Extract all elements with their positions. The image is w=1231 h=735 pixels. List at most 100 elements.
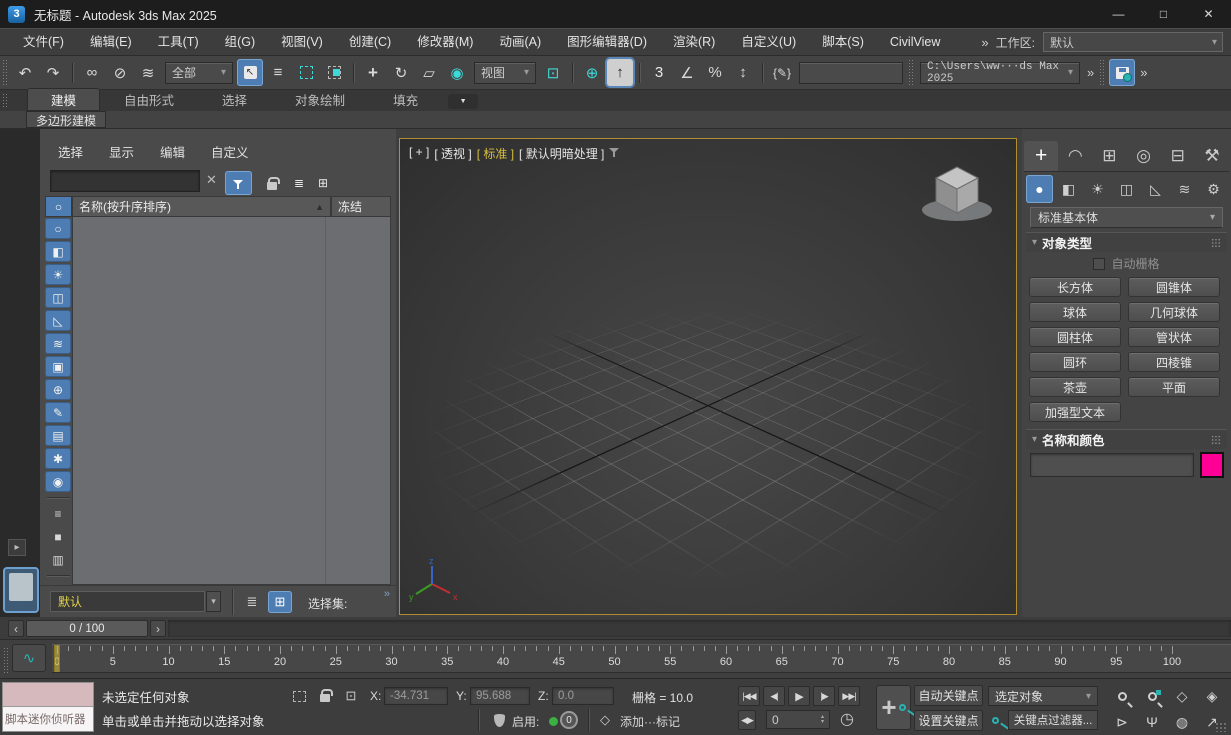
y-coordinate-field[interactable]: 95.688 xyxy=(470,687,530,705)
button-sphere[interactable]: 球体 xyxy=(1029,302,1121,322)
redo-button[interactable]: ↷ xyxy=(40,59,66,86)
toggle-display-xrefs[interactable]: ⊕ xyxy=(45,379,71,400)
menu-item-4[interactable]: 视图(V) xyxy=(268,29,336,55)
pan-button[interactable]: Ψ xyxy=(1138,710,1166,734)
tab-polygon-modeling[interactable]: 多边形建模 xyxy=(26,111,106,128)
toolbar-overflow-icon[interactable]: » xyxy=(1087,65,1093,80)
toggle-display-notes[interactable]: ▥ xyxy=(45,549,71,570)
next-frame-button[interactable]: |▶ xyxy=(813,686,835,706)
x-coordinate-field[interactable]: -34.731 xyxy=(384,687,448,705)
key-mode-toggle-button[interactable]: ◀▶ xyxy=(738,710,756,730)
menu-item-3[interactable]: 组(G) xyxy=(212,29,269,55)
explorer-menu-0[interactable]: 选择 xyxy=(58,142,83,161)
auto-key-button[interactable]: 自动关键点 xyxy=(914,685,983,706)
column-name-header[interactable]: 名称(按升序排序) ▲ xyxy=(72,196,331,217)
menu-item-10[interactable]: 自定义(U) xyxy=(728,29,809,55)
app-icon[interactable]: 3 xyxy=(8,6,25,23)
lock-explorer-button[interactable] xyxy=(258,171,285,195)
time-slider-track[interactable] xyxy=(168,620,1231,637)
column-frozen-header[interactable]: 冻结 xyxy=(331,196,391,217)
ribbon-tab-0[interactable]: 建模 xyxy=(27,88,100,111)
maxscript-mini-listener[interactable]: 脚本迷你侦听器 xyxy=(2,682,94,732)
button-tube[interactable]: 管状体 xyxy=(1128,327,1220,347)
select-place-button[interactable]: ◉ xyxy=(444,59,470,86)
filter-button[interactable] xyxy=(225,171,252,195)
autobackup-save-button[interactable] xyxy=(1109,59,1135,86)
toggle-display-bones[interactable]: ✎ xyxy=(45,402,71,423)
explorer-menu-3[interactable]: 自定义 xyxy=(211,142,249,161)
button-geosphere[interactable]: 几何球体 xyxy=(1128,302,1220,322)
toggle-display-containers[interactable]: ▤ xyxy=(45,425,71,446)
ribbon-tab-4[interactable]: 填充 xyxy=(369,88,442,111)
angle-snap-button[interactable]: ∠ xyxy=(674,59,700,86)
menu-item-6[interactable]: 修改器(M) xyxy=(404,29,486,55)
viewport-pov-menu[interactable]: [ 透视 ] xyxy=(434,145,471,162)
object-name-field[interactable] xyxy=(1030,453,1194,477)
time-configuration-button[interactable]: ◷ xyxy=(838,710,856,728)
tab-utilities[interactable]: ⚒ xyxy=(1195,141,1229,171)
mini-curve-editor-button[interactable]: ∿ xyxy=(12,644,46,672)
bind-spacewarp-button[interactable]: ≋ xyxy=(135,59,161,86)
reference-coordinate-dropdown[interactable]: 视图 ▾ xyxy=(474,62,536,84)
tab-modify[interactable]: ◠ xyxy=(1058,141,1092,171)
explorer-preset-dropdown[interactable]: 默认 xyxy=(50,591,205,612)
viewcube[interactable] xyxy=(914,153,1000,229)
select-move-button[interactable]: + xyxy=(360,59,386,86)
tab-motion[interactable]: ◎ xyxy=(1127,141,1161,171)
explorer-menu-1[interactable]: 显示 xyxy=(109,142,134,161)
tab-display[interactable]: ⊟ xyxy=(1161,141,1195,171)
set-keys-button[interactable]: + xyxy=(876,685,911,730)
set-key-button[interactable]: 设置关键点 xyxy=(914,710,983,731)
category-geometry[interactable]: ● xyxy=(1026,175,1053,203)
timeline-playhead[interactable] xyxy=(54,645,60,672)
keyboard-override-button[interactable]: ↑ xyxy=(607,59,633,86)
select-by-name-button[interactable]: ≡ xyxy=(265,59,291,86)
clear-search-icon[interactable]: ✕ xyxy=(206,172,217,188)
workspace-dropdown[interactable]: 默认 ▾ xyxy=(1043,32,1223,52)
spinner-snap-button[interactable]: ↕ xyxy=(730,59,756,86)
previous-frame-button[interactable]: ◀| xyxy=(763,686,785,706)
menu-item-12[interactable]: CivilView xyxy=(877,29,953,55)
key-filters-button[interactable]: 关键点过滤器... xyxy=(1008,710,1098,730)
menu-item-1[interactable]: 编辑(E) xyxy=(77,29,145,55)
button-plane[interactable]: 平面 xyxy=(1128,377,1220,397)
footer-overflow-icon[interactable]: » xyxy=(384,588,390,600)
key-selection-dropdown[interactable]: 选定对象 ▾ xyxy=(988,686,1098,706)
toggle-display-helpers[interactable]: ◺ xyxy=(45,310,71,331)
listener-script-row[interactable]: 脚本迷你侦听器 xyxy=(3,707,93,731)
category-systems[interactable]: ⚙ xyxy=(1200,175,1227,203)
spinner-down-icon[interactable]: ▾ xyxy=(821,720,824,725)
color-swatch[interactable] xyxy=(1200,452,1224,478)
ribbon-tab-2[interactable]: 选择 xyxy=(198,88,271,111)
zoom-extents-all-button[interactable]: ◈ xyxy=(1198,684,1226,708)
sort-by-hierarchy-button[interactable]: ⊞ xyxy=(268,591,292,613)
select-scale-button[interactable]: ▱ xyxy=(416,59,442,86)
category-helpers[interactable]: ◺ xyxy=(1142,175,1169,203)
pivot-center-button[interactable]: ⊡ xyxy=(540,59,566,86)
orbit-button[interactable]: ◍ xyxy=(1168,710,1196,734)
go-to-end-button[interactable]: ▶▶| xyxy=(838,686,860,706)
primitive-category-dropdown[interactable]: 标准基本体 ▾ xyxy=(1030,207,1223,228)
object-type-rollout-header[interactable]: ▾ 对象类型 xyxy=(1026,232,1227,252)
menu-item-9[interactable]: 渲染(R) xyxy=(660,29,728,55)
tab-hierarchy[interactable]: ⊞ xyxy=(1092,141,1126,171)
toggle-display-hidden[interactable]: ◉ xyxy=(45,471,71,492)
ribbon-tab-1[interactable]: 自由形式 xyxy=(100,88,198,111)
toggle-display-geometry[interactable]: ○ xyxy=(45,218,71,239)
trackbar-grip[interactable] xyxy=(3,647,10,675)
button-torus[interactable]: 圆环 xyxy=(1029,352,1121,372)
snap-3d-button[interactable]: 3 xyxy=(646,59,672,86)
selection-filter-dropdown[interactable]: 全部 ▾ xyxy=(165,62,233,84)
previous-frame-arrow[interactable]: ‹ xyxy=(8,620,24,637)
category-cameras[interactable]: ◫ xyxy=(1113,175,1140,203)
toggle-display-text[interactable]: ≡ xyxy=(45,503,71,524)
toggle-display-swatch[interactable]: ■ xyxy=(45,526,71,547)
project-folder-dropdown[interactable]: C:\Users\ww···ds Max 2025 ▾ xyxy=(920,62,1080,84)
toggle-display-lights[interactable]: ☀ xyxy=(45,264,71,285)
ribbon-config-button[interactable]: ▼ xyxy=(448,94,478,109)
category-lights[interactable]: ☀ xyxy=(1084,175,1111,203)
add-time-tag-button[interactable]: 添加···标记 xyxy=(620,713,680,730)
zoom-button[interactable] xyxy=(1108,684,1136,708)
key-filter-key-icon[interactable] xyxy=(986,711,1004,729)
layout-expand-button[interactable]: ▸ xyxy=(8,539,26,556)
